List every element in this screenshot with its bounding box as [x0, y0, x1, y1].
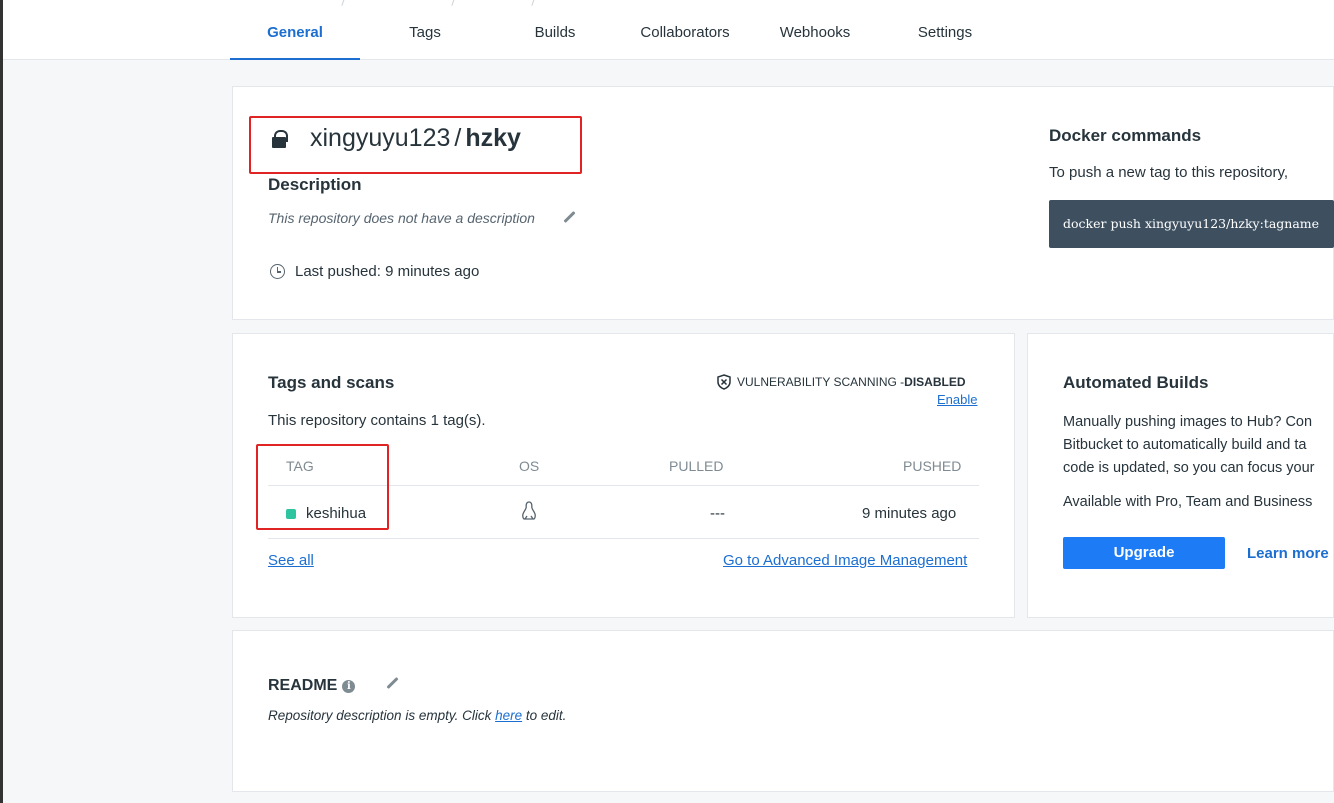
shield-icon — [717, 374, 731, 390]
description-heading: Description — [268, 175, 362, 194]
tab-tags[interactable]: Tags — [360, 0, 490, 60]
upgrade-button[interactable]: Upgrade — [1063, 537, 1225, 569]
linux-icon — [522, 501, 536, 520]
automated-builds-description: Manually pushing images to Hub? Con Bitb… — [1063, 411, 1334, 480]
docker-commands-title: Docker commands — [1049, 126, 1202, 145]
col-header-pulled: PULLED — [669, 458, 724, 474]
tab-builds[interactable]: Builds — [490, 0, 620, 60]
readme-text-before: Repository description is empty. Click — [268, 708, 496, 723]
description-text: This repository does not have a descript… — [268, 210, 535, 226]
vulnerability-scanning-status: VULNERABILITY SCANNING - DISABLED — [717, 374, 966, 390]
advanced-image-management-link[interactable]: Go to Advanced Image Management — [723, 552, 967, 569]
auto-line: code is updated, so you can focus your — [1063, 460, 1315, 476]
enable-scanning-link[interactable]: Enable — [937, 392, 977, 407]
readme-text-after: to edit. — [522, 708, 567, 723]
docker-command-box[interactable]: docker push xingyuyu123/hzky:tagname — [1049, 200, 1334, 248]
readme-title: README — [268, 677, 338, 694]
learn-more-link[interactable]: Learn more — [1247, 545, 1329, 562]
clock-icon — [270, 264, 285, 279]
auto-line: Bitbucket to automatically build and ta — [1063, 437, 1307, 453]
docker-commands-text: To push a new tag to this repository, — [1049, 164, 1289, 181]
auto-line: Manually pushing images to Hub? Con — [1063, 414, 1313, 430]
lock-icon — [272, 129, 288, 148]
vuln-status: DISABLED — [904, 375, 966, 389]
repo-tabs: General Tags Builds Collaborators Webhoo… — [230, 0, 1010, 60]
tags-scans-title: Tags and scans — [268, 373, 395, 392]
repo-name: hzky — [465, 124, 521, 152]
readme-empty-text: Repository description is empty. Click h… — [268, 708, 566, 723]
tab-settings[interactable]: Settings — [880, 0, 1010, 60]
col-header-os: OS — [519, 458, 540, 474]
edit-readme-icon[interactable] — [385, 677, 399, 691]
col-header-pushed: PUSHED — [903, 458, 962, 474]
info-icon[interactable]: i — [342, 679, 356, 693]
tab-general[interactable]: General — [230, 0, 360, 60]
automated-builds-title: Automated Builds — [1063, 373, 1209, 392]
last-pushed: Last pushed: 9 minutes ago — [270, 263, 479, 280]
vuln-label: VULNERABILITY SCANNING - — [737, 375, 905, 389]
edit-description-icon[interactable] — [562, 211, 576, 225]
tab-webhooks[interactable]: Webhooks — [750, 0, 880, 60]
pulled-value: --- — [710, 505, 725, 522]
see-all-link[interactable]: See all — [268, 552, 314, 569]
automated-builds-availability: Available with Pro, Team and Business — [1063, 494, 1313, 510]
repo-separator: / — [454, 124, 462, 152]
window-frame — [0, 0, 3, 803]
tab-collaborators[interactable]: Collaborators — [620, 0, 750, 60]
tag-count-text: This repository contains 1 tag(s). — [268, 412, 486, 429]
table-divider — [268, 538, 979, 539]
last-pushed-text: Last pushed: 9 minutes ago — [295, 263, 480, 280]
readme-heading: README i — [268, 677, 356, 695]
repo-namespace: xingyuyu123 — [310, 124, 451, 152]
repo-title: xingyuyu123 / hzky — [272, 124, 521, 153]
readme-edit-link[interactable]: here — [495, 708, 522, 723]
highlight-box — [256, 444, 389, 530]
pushed-value: 9 minutes ago — [862, 505, 957, 522]
